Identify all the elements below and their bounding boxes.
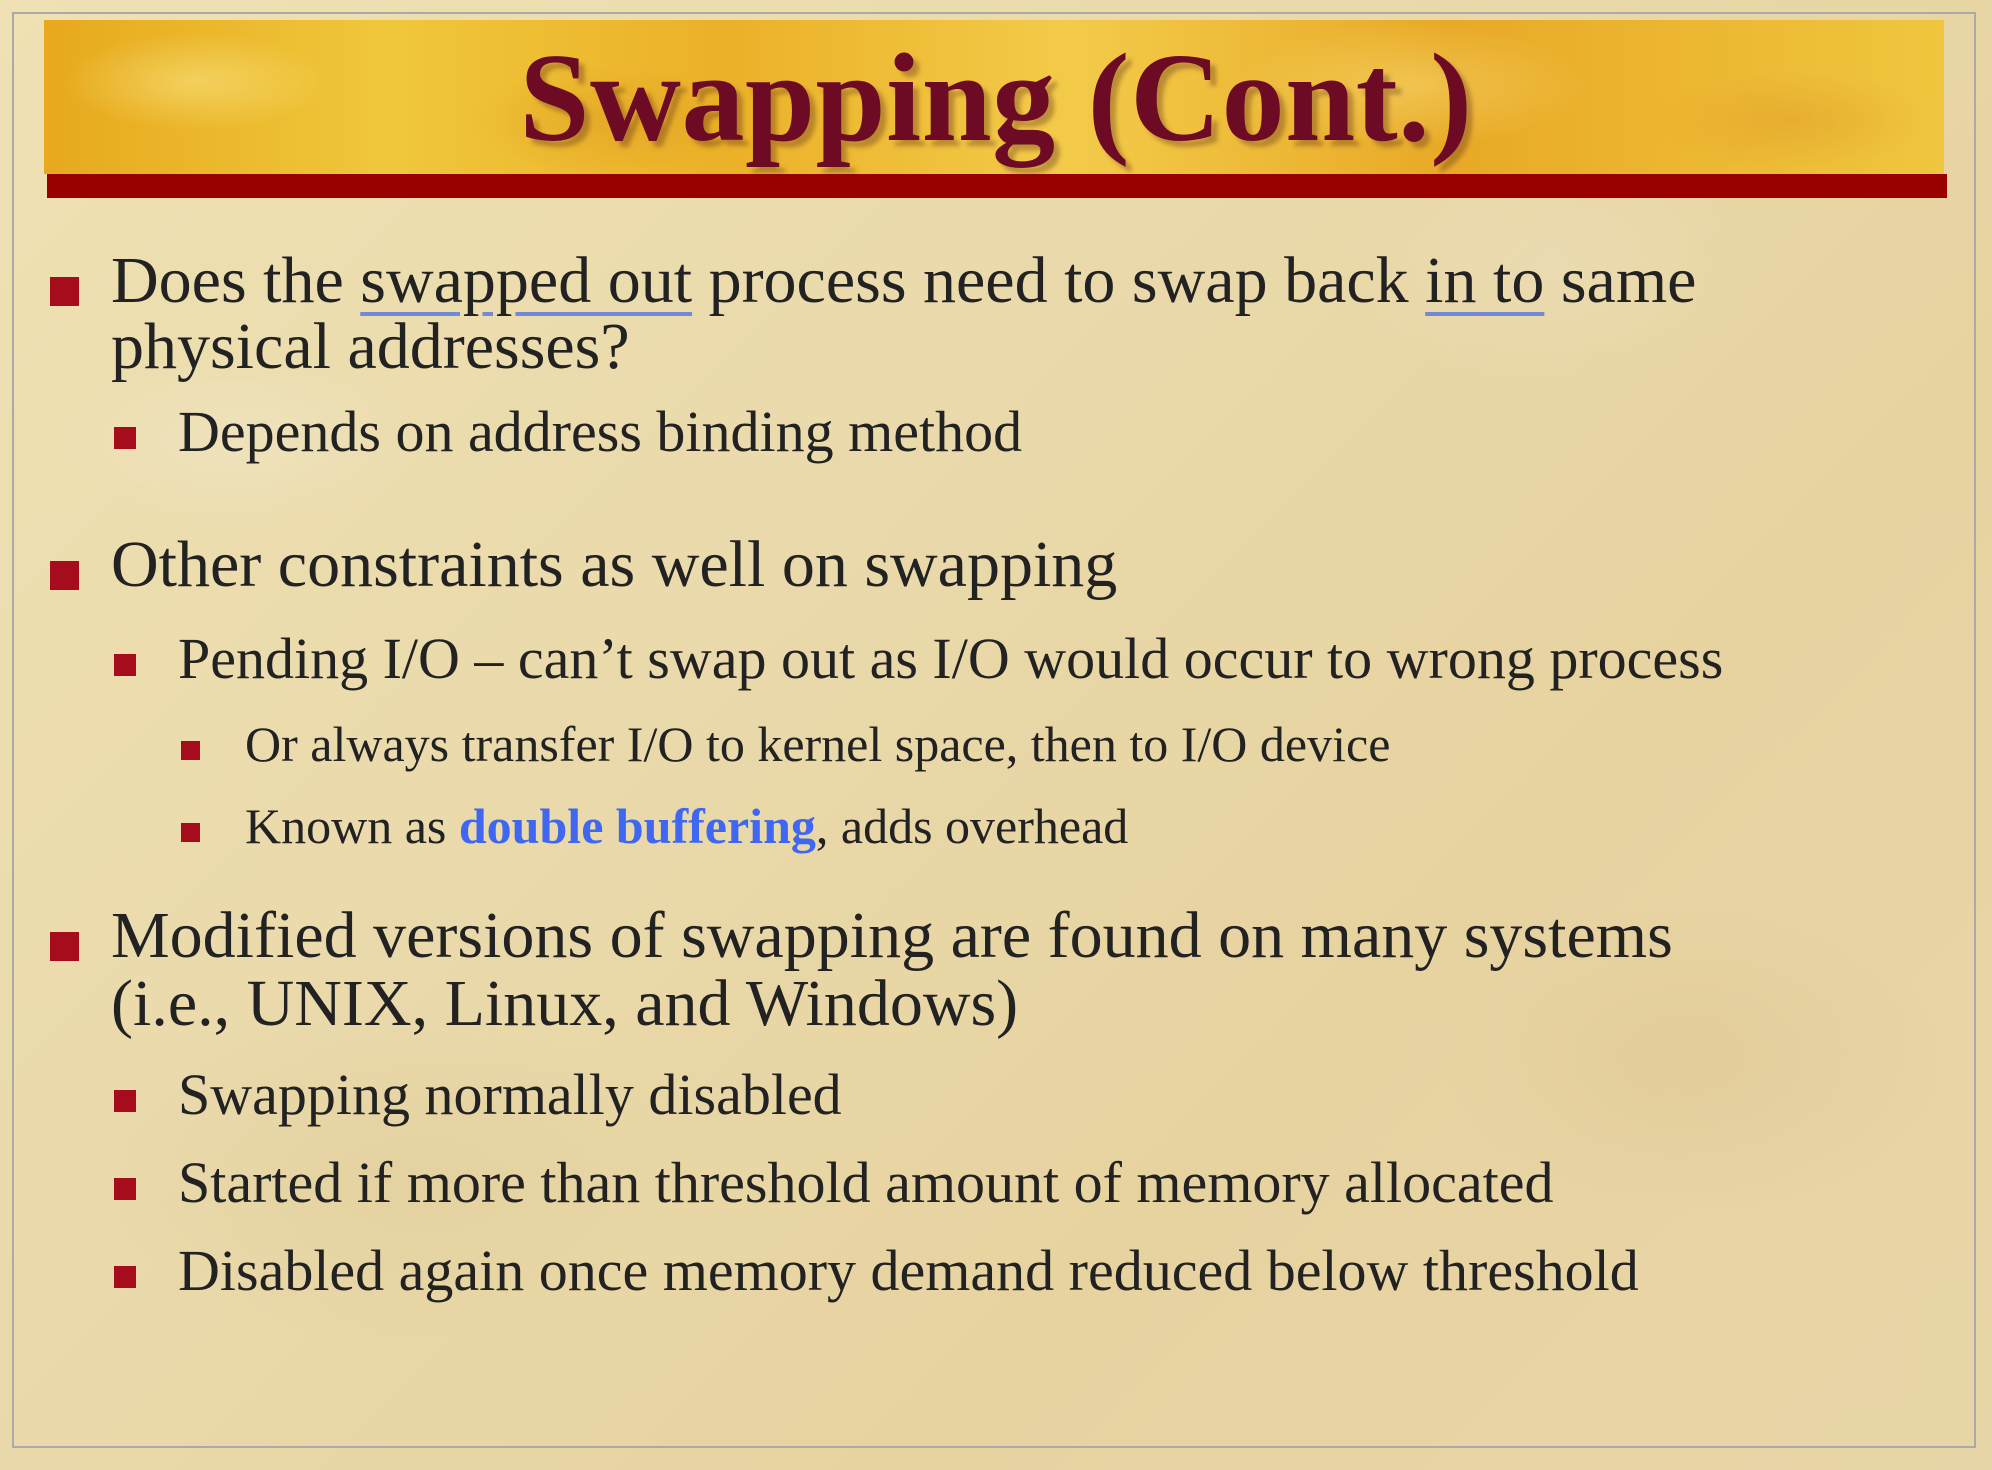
text-suffix: , adds overhead: [815, 798, 1129, 854]
bullet-text-line2: (i.e., UNIX, Linux, and Windows): [111, 967, 1019, 1040]
sub-sub-bullet-text: Or always transfer I/O to kernel space, …: [245, 716, 1391, 772]
bullet-text: Modified versions of swapping are found …: [111, 899, 1673, 972]
square-bullet-icon: [181, 823, 200, 842]
bullet-prefix: Does the: [111, 244, 361, 317]
bullet-text: Other constraints as well on swapping: [111, 528, 1118, 601]
square-bullet-icon: [114, 427, 136, 449]
text-prefix: Known as: [245, 798, 459, 854]
square-bullet-icon: [181, 741, 200, 760]
square-bullet-icon: [114, 1178, 136, 1200]
bullet-middle: process need to swap back: [692, 244, 1426, 317]
square-bullet-icon: [50, 277, 79, 306]
sub-bullet-text: Pending I/O – can’t swap out as I/O woul…: [178, 626, 1724, 691]
sub-bullet-text: Depends on address binding method: [178, 399, 1023, 464]
square-bullet-icon: [114, 1266, 136, 1288]
double-buffering-highlight: double buffering: [458, 798, 816, 854]
sub-bullet-text: Disabled again once memory demand reduce…: [178, 1238, 1639, 1303]
square-bullet-icon: [114, 654, 136, 676]
square-bullet-icon: [50, 932, 79, 961]
bullet-text-line2: physical addresses?: [111, 310, 630, 383]
swapped-out-link[interactable]: swapped out: [360, 244, 692, 317]
bullet-suffix: same: [1544, 244, 1697, 317]
square-bullet-icon: [50, 561, 79, 590]
square-bullet-icon: [114, 1090, 136, 1112]
slide-content: Does the swapped out process need to swa…: [0, 0, 1992, 1470]
in-to-link[interactable]: in to: [1425, 244, 1544, 317]
sub-bullet-text: Swapping normally disabled: [178, 1062, 842, 1127]
sub-bullet-text: Started if more than threshold amount of…: [178, 1150, 1554, 1215]
bullet-text: Does the swapped out process need to swa…: [111, 248, 1696, 314]
sub-sub-bullet-text: Known as double buffering, adds overhead: [245, 801, 1128, 851]
